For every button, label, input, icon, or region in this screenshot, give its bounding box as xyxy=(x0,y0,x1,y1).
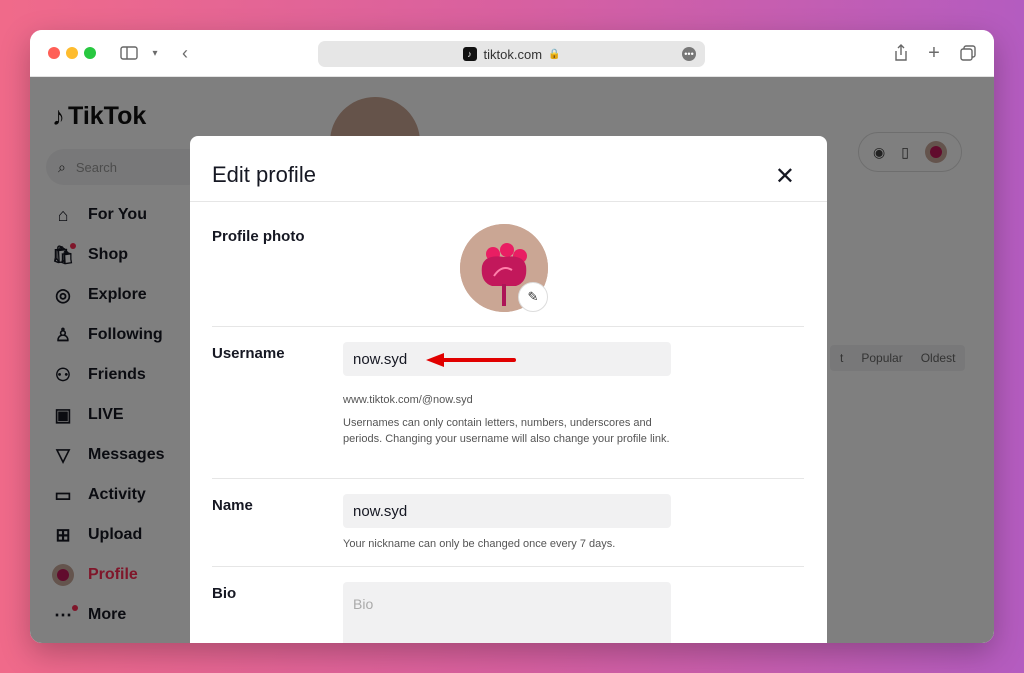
minimize-window-button[interactable] xyxy=(66,47,78,59)
sidebar-icon[interactable] xyxy=(118,42,140,64)
url-text: tiktok.com xyxy=(483,46,543,62)
zoom-window-button[interactable] xyxy=(84,47,96,59)
name-label: Name xyxy=(212,497,253,514)
share-icon[interactable] xyxy=(890,42,912,64)
username-help-text: Usernames can only contain letters, numb… xyxy=(343,417,670,445)
bio-label: Bio xyxy=(212,585,237,602)
chevron-down-icon[interactable]: ▾ xyxy=(144,42,166,64)
divider xyxy=(212,566,804,567)
username-label: Username xyxy=(212,345,285,362)
profile-photo-label: Profile photo xyxy=(212,228,305,245)
browser-toolbar: ▾ ‹ ♪ tiktok.com 🔒 ••• + xyxy=(30,30,994,77)
browser-window: ▾ ‹ ♪ tiktok.com 🔒 ••• + ♪ TikTok ⌕ Sear… xyxy=(30,30,994,643)
more-icon[interactable]: ••• xyxy=(682,47,696,61)
tiktok-page: ♪ TikTok ⌕ Search ⌂For You 🛍Shop ◎Explor… xyxy=(30,77,994,643)
modal-title: Edit profile xyxy=(212,162,316,187)
username-url: www.tiktok.com/@now.syd xyxy=(343,394,473,406)
address-bar[interactable]: ♪ tiktok.com 🔒 ••• xyxy=(318,41,705,67)
edit-profile-modal: Edit profile ✕ Profile photo ✎ Username xyxy=(190,136,827,643)
tiktok-favicon-icon: ♪ xyxy=(462,47,477,61)
name-input[interactable]: now.syd xyxy=(343,494,671,528)
tabs-icon[interactable] xyxy=(957,42,979,64)
close-window-button[interactable] xyxy=(48,47,60,59)
divider xyxy=(212,478,804,479)
divider xyxy=(190,201,827,202)
bio-textarea[interactable]: Bio xyxy=(343,582,671,643)
back-icon[interactable]: ‹ xyxy=(174,42,196,64)
plus-icon[interactable]: + xyxy=(923,42,945,64)
divider xyxy=(212,326,804,327)
edit-photo-icon[interactable]: ✎ xyxy=(518,282,548,312)
close-icon[interactable]: ✕ xyxy=(775,162,795,191)
lock-icon: 🔒 xyxy=(548,48,561,60)
name-help-text: Your nickname can only be changed once e… xyxy=(343,538,616,550)
red-arrow-annotation xyxy=(426,353,516,367)
